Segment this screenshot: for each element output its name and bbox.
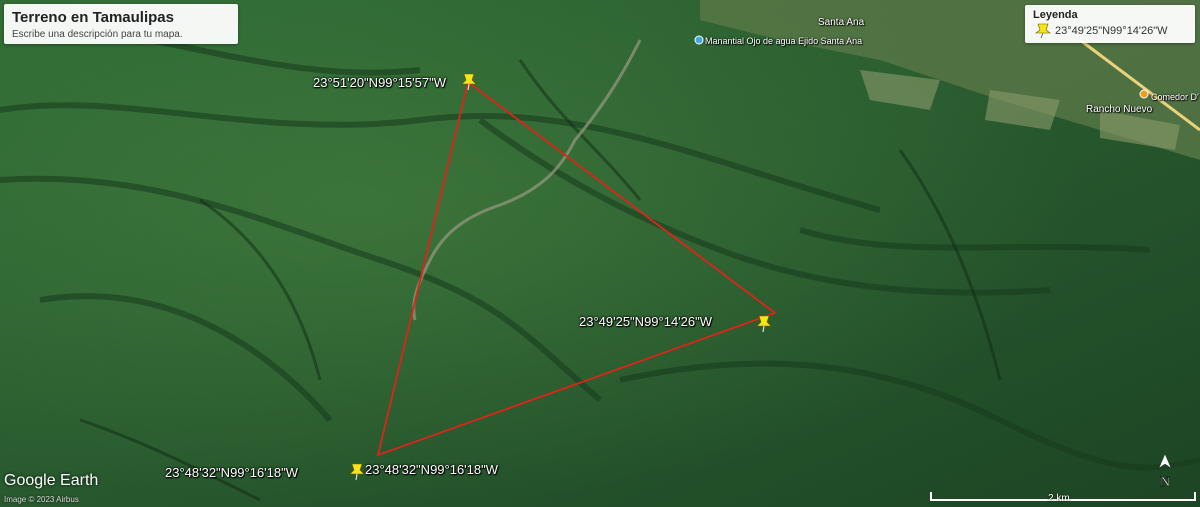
place-label-comedor[interactable]: Comedor D' xyxy=(1151,92,1199,102)
legend-box[interactable]: Leyenda 23°49'25"N99°14'26"W xyxy=(1025,5,1195,43)
place-label-manantial[interactable]: Manantial Ojo de agua Ejido Santa Ana xyxy=(705,36,862,46)
spring-icon[interactable] xyxy=(694,35,704,45)
placemark-label-south-left[interactable]: 23°48'32"N99°16'18"W xyxy=(165,465,298,480)
satellite-map[interactable] xyxy=(0,0,1200,507)
map-title-card[interactable]: Terreno en Tamaulipas Escribe una descri… xyxy=(4,4,238,44)
pin-icon xyxy=(1035,23,1051,39)
scale-label: 2 km xyxy=(1048,493,1070,504)
compass-label: N xyxy=(1160,475,1170,490)
compass-north-icon[interactable]: N xyxy=(1154,452,1176,492)
legend-item: 23°49'25"N99°14'26"W xyxy=(1055,25,1168,37)
place-label-rancho-nuevo[interactable]: Rancho Nuevo xyxy=(1086,104,1152,115)
restaurant-icon[interactable] xyxy=(1139,89,1149,99)
map-description: Escribe una descripción para tu mapa. xyxy=(12,29,183,40)
google-earth-logo: Google Earth xyxy=(4,472,99,489)
legend-title: Leyenda xyxy=(1033,9,1078,21)
imagery-attribution: Image © 2023 Airbus xyxy=(4,495,79,504)
placemark-label-east[interactable]: 23°49'25"N99°14'26"W xyxy=(579,314,712,329)
placemark-label-south-right[interactable]: 23°48'32"N99°16'18"W xyxy=(365,462,498,477)
place-label-santa-ana[interactable]: Santa Ana xyxy=(818,17,864,28)
map-title: Terreno en Tamaulipas xyxy=(12,9,174,26)
placemark-label-north[interactable]: 23°51'20"N99°15'57"W xyxy=(313,75,446,90)
